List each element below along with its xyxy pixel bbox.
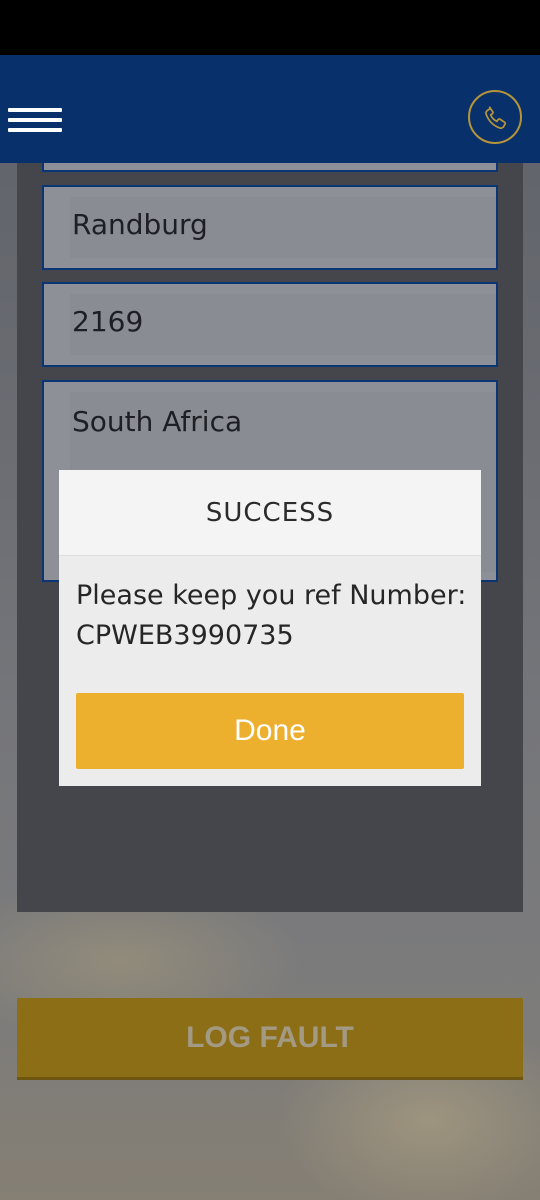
reference-number: CPWEB3990735: [76, 620, 294, 651]
hamburger-menu-icon[interactable]: [8, 108, 64, 138]
dialog-title: SUCCESS: [59, 470, 481, 556]
dialog-message: Please keep you ref Number: CPWEB3990735: [76, 576, 468, 656]
postal-code-input[interactable]: 2169: [70, 294, 496, 355]
city-input[interactable]: Randburg: [70, 197, 496, 258]
status-bar: [0, 0, 540, 55]
app-header: [0, 55, 540, 163]
phone-icon: [485, 106, 507, 130]
country-value: South Africa: [72, 405, 243, 438]
phone-call-button[interactable]: [468, 90, 522, 144]
done-button[interactable]: Done: [76, 693, 464, 769]
log-fault-button[interactable]: LOG FAULT: [17, 998, 523, 1080]
postal-code-field[interactable]: 2169: [42, 282, 498, 367]
app-screen: Randburg 2169 South Africa LOG FAULT SUC…: [0, 0, 540, 1200]
dialog-message-line: Please keep you ref Number:: [76, 580, 467, 611]
postal-code-value: 2169: [72, 305, 144, 338]
success-dialog: SUCCESS Please keep you ref Number: CPWE…: [59, 470, 481, 786]
city-value: Randburg: [72, 208, 208, 241]
city-field[interactable]: Randburg: [42, 185, 498, 270]
